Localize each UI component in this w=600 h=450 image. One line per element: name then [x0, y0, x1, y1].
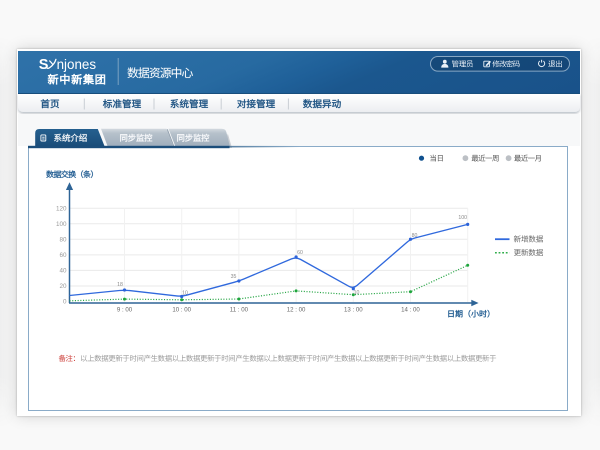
svg-text:40: 40 [59, 268, 67, 275]
svg-text:100: 100 [458, 215, 467, 221]
svg-text:80: 80 [412, 233, 418, 239]
svg-text:11 : 00: 11 : 00 [230, 306, 249, 313]
svg-text:120: 120 [56, 205, 67, 212]
svg-text:80: 80 [59, 237, 67, 244]
svg-text:10: 10 [354, 290, 360, 296]
svg-text:60: 60 [297, 250, 303, 256]
svg-text:13 : 00: 13 : 00 [344, 306, 363, 313]
svg-text:10 : 00: 10 : 00 [172, 306, 191, 313]
svg-text:35: 35 [231, 274, 237, 280]
svg-text:60: 60 [59, 252, 67, 259]
svg-text:20: 20 [59, 283, 67, 290]
svg-text:9 : 00: 9 : 00 [117, 306, 133, 313]
svg-text:100: 100 [56, 221, 67, 228]
svg-text:12 : 00: 12 : 00 [287, 306, 306, 313]
svg-text:18: 18 [117, 282, 123, 288]
svg-text:njones: njones [57, 57, 97, 72]
svg-text:0: 0 [63, 299, 67, 306]
svg-text:10: 10 [182, 290, 188, 296]
svg-text:14 : 00: 14 : 00 [401, 306, 420, 313]
svg-text:S: S [39, 57, 49, 73]
